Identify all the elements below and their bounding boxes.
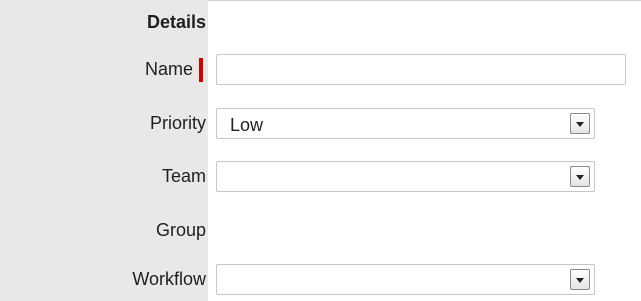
group-row: Group (0, 210, 641, 252)
priority-row: Priority Low (0, 103, 641, 145)
workflow-select[interactable] (216, 264, 595, 295)
header-divider (208, 0, 641, 1)
name-input[interactable] (216, 54, 626, 85)
section-title: Details (146, 12, 206, 32)
team-select[interactable] (216, 161, 595, 192)
group-label: Group (155, 220, 206, 240)
details-form: Details Name Priority Low Team Group Wor… (0, 0, 641, 301)
workflow-dropdown-button[interactable] (570, 269, 590, 290)
team-row: Team (0, 156, 641, 198)
workflow-label: Workflow (132, 269, 206, 289)
priority-select[interactable]: Low (216, 108, 595, 139)
name-row: Name (0, 49, 641, 91)
priority-selected-value: Low (230, 115, 264, 135)
details-header: Details (0, 0, 641, 40)
priority-dropdown-button[interactable] (570, 113, 590, 134)
team-label: Team (161, 166, 206, 186)
name-label: Name (144, 59, 193, 79)
chevron-down-icon (576, 278, 584, 283)
priority-label: Priority (149, 113, 206, 133)
team-dropdown-button[interactable] (570, 166, 590, 187)
required-indicator (199, 58, 203, 82)
label-column (0, 0, 208, 301)
workflow-row: Workflow (0, 259, 641, 301)
chevron-down-icon (576, 175, 584, 180)
chevron-down-icon (576, 122, 584, 127)
